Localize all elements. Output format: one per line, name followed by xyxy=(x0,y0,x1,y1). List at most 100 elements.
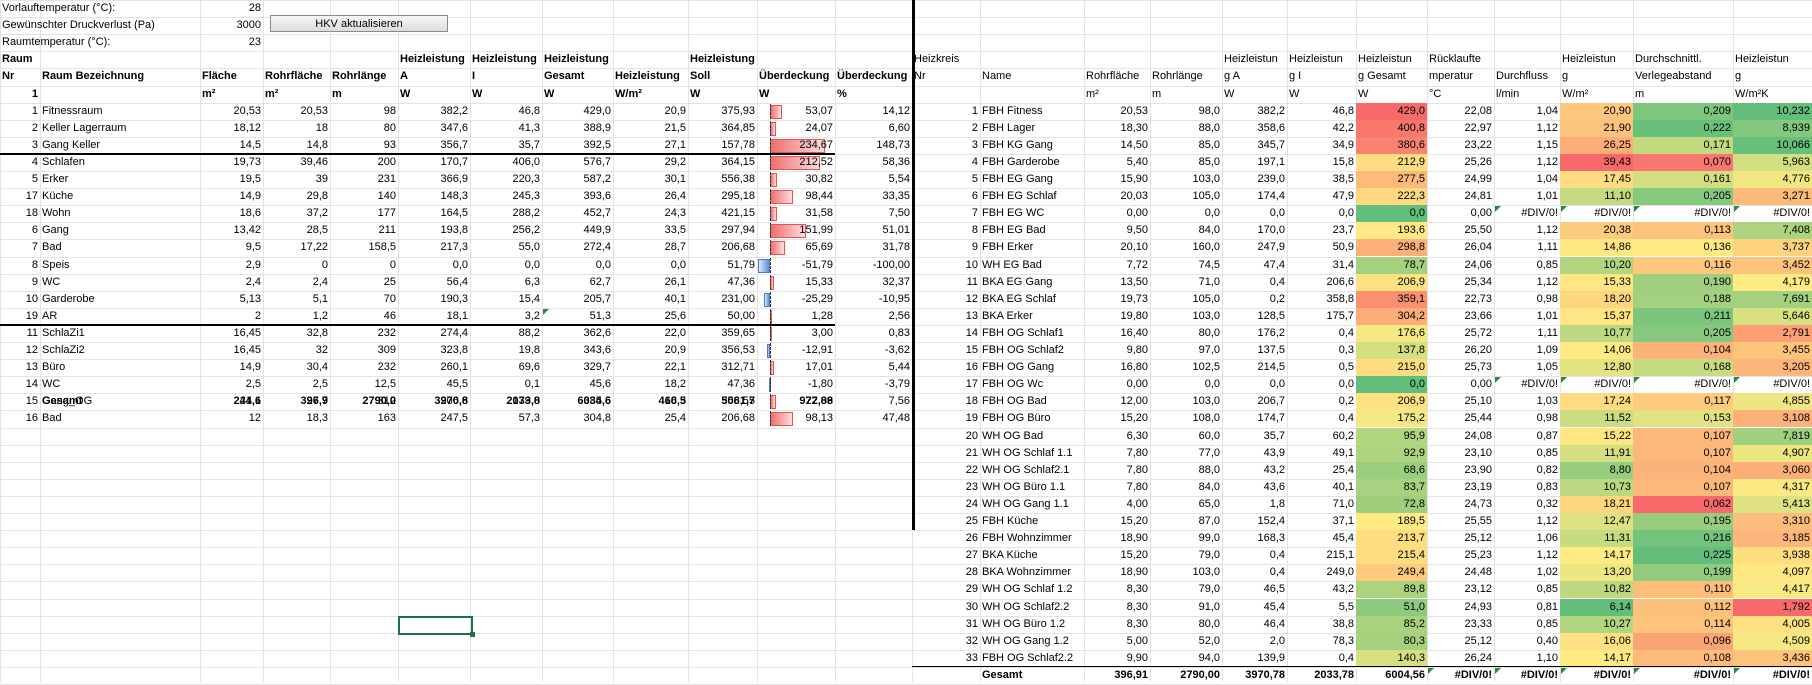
room-value[interactable]: 347,6 xyxy=(398,120,470,137)
hk-value[interactable]: 160,0 xyxy=(1150,239,1222,256)
hk-value[interactable]: 95,9 xyxy=(1356,428,1427,445)
room-value[interactable]: 24,07 xyxy=(757,120,835,137)
hk-value[interactable]: 25,26 xyxy=(1427,154,1494,171)
room-value[interactable]: 392,5 xyxy=(542,137,613,154)
hk-value[interactable]: 0,108 xyxy=(1633,650,1733,667)
hk-value[interactable]: 46,8 xyxy=(1287,103,1356,120)
hk-value[interactable]: 47,9 xyxy=(1287,188,1356,205)
hk-name[interactable]: FBH OG Gang xyxy=(980,359,1084,376)
room-value[interactable]: 31,78 xyxy=(835,239,912,256)
hk-total-value[interactable]: #DIV/0! xyxy=(1494,667,1560,684)
room-value[interactable]: 53,07 xyxy=(757,103,835,120)
hk-value[interactable]: 5,00 xyxy=(1084,633,1150,650)
hk-value[interactable]: 298,8 xyxy=(1356,239,1427,256)
hk-value[interactable]: 97,0 xyxy=(1150,342,1222,359)
room-value[interactable]: 32,37 xyxy=(835,274,912,291)
room-value[interactable]: 46,8 xyxy=(470,103,542,120)
room-value[interactable]: 449,9 xyxy=(542,222,613,239)
hk-value[interactable]: 0,0 xyxy=(1287,376,1356,393)
total-value[interactable]: 3970,8 xyxy=(398,393,470,410)
hk-header-line2[interactable]: Verlegeabstand xyxy=(1633,68,1733,85)
hk-value[interactable]: 1,10 xyxy=(1494,650,1560,667)
hk-value[interactable]: 71,0 xyxy=(1150,274,1222,291)
room-value[interactable]: 14,9 xyxy=(200,188,263,205)
room-value[interactable]: 15,4 xyxy=(470,291,542,308)
hk-value[interactable]: 0,00 xyxy=(1084,376,1150,393)
hk-value[interactable]: 206,9 xyxy=(1356,274,1427,291)
room-value[interactable]: 295,18 xyxy=(688,188,757,205)
hk-value[interactable]: 0,0 xyxy=(1222,205,1287,222)
hk-value[interactable]: 197,1 xyxy=(1222,154,1287,171)
hk-value[interactable]: 99,0 xyxy=(1150,530,1222,547)
hk-value[interactable]: 43,2 xyxy=(1287,581,1356,598)
hk-header-line2[interactable]: Nr xyxy=(912,68,980,85)
header-col-unit[interactable]: W xyxy=(688,86,757,103)
hk-value[interactable]: 215,0 xyxy=(1356,359,1427,376)
hk-value[interactable]: 174,7 xyxy=(1222,410,1287,427)
hk-value[interactable]: 380,6 xyxy=(1356,137,1427,154)
hk-value[interactable]: 0,4 xyxy=(1222,274,1287,291)
hk-header-line2[interactable]: Durchfluss xyxy=(1494,68,1560,85)
hk-value[interactable]: 13,50 xyxy=(1084,274,1150,291)
hk-header-unit[interactable]: l/min xyxy=(1494,86,1560,103)
room-nr[interactable]: 13 xyxy=(0,359,40,376)
hk-header-unit[interactable]: m xyxy=(1633,86,1733,103)
room-value[interactable]: 2,5 xyxy=(200,376,263,393)
room-value[interactable]: 19,73 xyxy=(200,154,263,171)
header-bezeichnung[interactable]: Raum Bezeichnung xyxy=(40,68,200,85)
hk-value[interactable]: 1,04 xyxy=(1494,103,1560,120)
room-value[interactable]: -25,29 xyxy=(757,291,835,308)
room-value[interactable]: 157,78 xyxy=(688,137,757,154)
hk-value[interactable]: 14,50 xyxy=(1084,137,1150,154)
hk-value[interactable]: 77,0 xyxy=(1150,445,1222,462)
hk-value[interactable]: 0,062 xyxy=(1633,496,1733,513)
room-value[interactable]: 93 xyxy=(330,137,398,154)
room-value[interactable]: 388,9 xyxy=(542,120,613,137)
hk-value[interactable]: 25,12 xyxy=(1427,530,1494,547)
total-value[interactable]: 244,6 xyxy=(200,393,263,410)
room-value[interactable]: 312,71 xyxy=(688,359,757,376)
room-name[interactable]: Keller Lagerraum xyxy=(40,120,200,137)
hk-name[interactable]: WH OG Büro 1.1 xyxy=(980,479,1084,496)
room-value[interactable]: 212,52 xyxy=(757,154,835,171)
room-value[interactable]: 393,6 xyxy=(542,188,613,205)
hk-value[interactable]: 12,00 xyxy=(1084,393,1150,410)
room-value[interactable]: 177 xyxy=(330,205,398,222)
hk-nr[interactable]: 26 xyxy=(912,530,980,547)
hk-value[interactable]: 25,50 xyxy=(1427,222,1494,239)
hk-name[interactable]: FBH Garderobe xyxy=(980,154,1084,171)
hk-value[interactable]: 1,03 xyxy=(1494,393,1560,410)
hk-value[interactable]: 0,205 xyxy=(1633,325,1733,342)
room-value[interactable]: 20,53 xyxy=(263,103,330,120)
hk-value[interactable]: 0,83 xyxy=(1494,479,1560,496)
hk-value[interactable]: 87,0 xyxy=(1150,513,1222,530)
hk-nr[interactable]: 28 xyxy=(912,564,980,581)
hk-name[interactable]: BKA Küche xyxy=(980,547,1084,564)
spreadsheet-grid[interactable]: Vorlauftemperatur (°C): 28 Gewünschter Dru… xyxy=(0,0,1812,685)
hk-value[interactable]: 98,0 xyxy=(1150,103,1222,120)
hk-value[interactable]: 15,37 xyxy=(1560,308,1633,325)
hk-value[interactable]: 0,104 xyxy=(1633,462,1733,479)
room-value[interactable]: 323,8 xyxy=(398,342,470,359)
hk-name[interactable]: FBH KG Gang xyxy=(980,137,1084,154)
header-col-unit[interactable]: % xyxy=(835,86,912,103)
hk-value[interactable]: 215,4 xyxy=(1356,547,1427,564)
room-value[interactable]: 50,00 xyxy=(688,308,757,325)
hk-value[interactable]: 0,2 xyxy=(1222,291,1287,308)
room-nr[interactable]: 7 xyxy=(0,239,40,256)
hk-value[interactable]: 0,225 xyxy=(1633,547,1733,564)
hk-value[interactable]: 5,40 xyxy=(1084,154,1150,171)
hk-value[interactable]: 47,4 xyxy=(1222,257,1287,274)
hk-value[interactable]: #DIV/0! xyxy=(1560,205,1633,222)
room-value[interactable]: 260,1 xyxy=(398,359,470,376)
header-col-line2[interactable]: Heizleistung xyxy=(613,68,688,85)
hk-value[interactable]: 128,5 xyxy=(1222,308,1287,325)
room-name[interactable]: AR xyxy=(40,308,200,325)
hk-value[interactable]: 0,117 xyxy=(1633,393,1733,410)
room-value[interactable]: 30,4 xyxy=(263,359,330,376)
room-value[interactable]: 421,15 xyxy=(688,205,757,222)
hk-name[interactable]: WH OG Büro 1.2 xyxy=(980,616,1084,633)
room-value[interactable]: 62,7 xyxy=(542,274,613,291)
hk-header-line1[interactable]: Heizleistun xyxy=(1733,51,1812,68)
hk-value[interactable]: 79,0 xyxy=(1150,581,1222,598)
